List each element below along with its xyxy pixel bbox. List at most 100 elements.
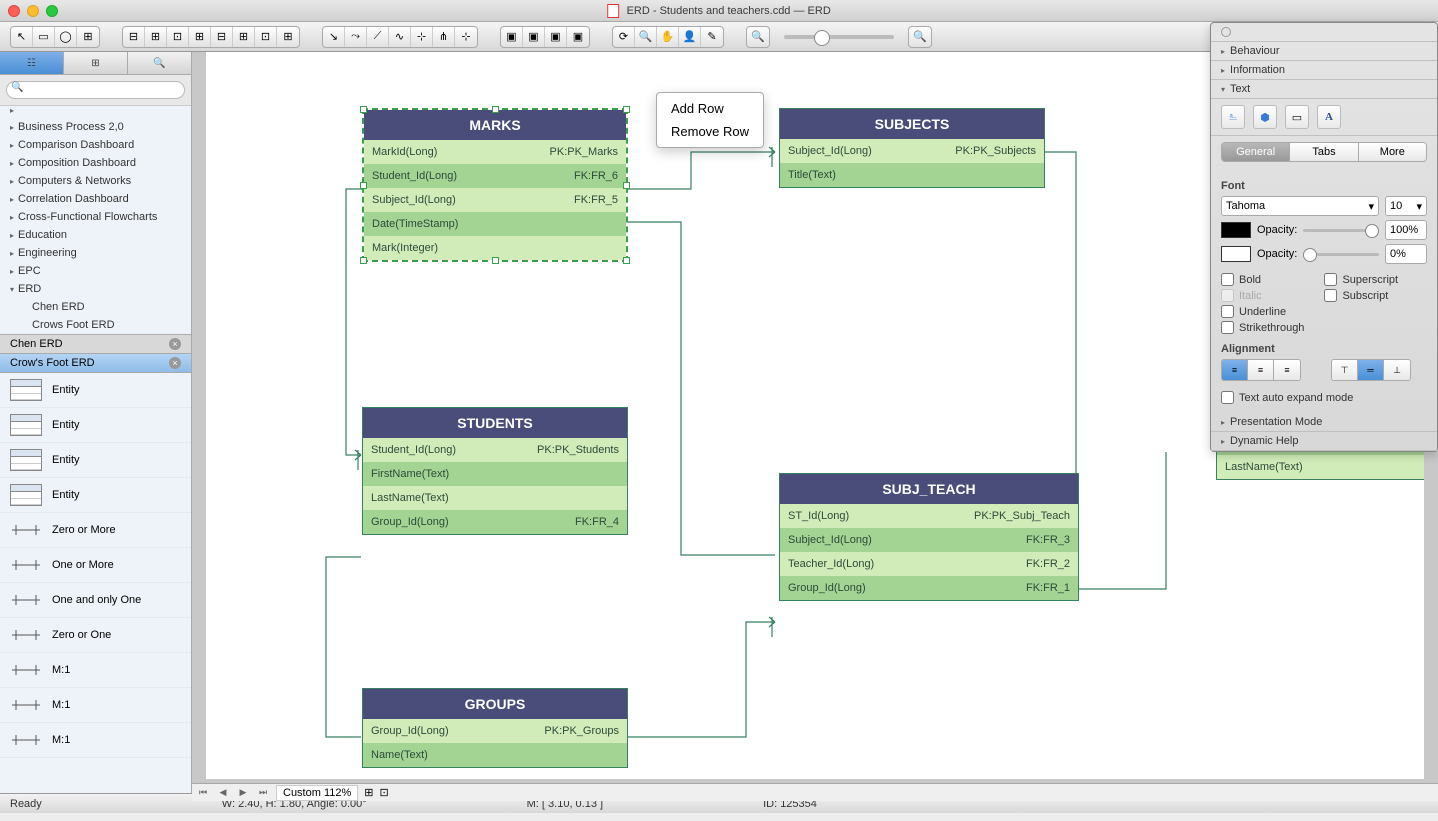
zoom-in[interactable]: 🔍 — [908, 26, 932, 48]
align-5[interactable]: ⊟ — [211, 27, 233, 47]
sidebar-tab-search[interactable]: 🔍 — [128, 52, 191, 74]
tree-item[interactable]: Computers & Networks — [0, 172, 191, 190]
section-presentation[interactable]: Presentation Mode — [1211, 413, 1437, 432]
library-tab[interactable]: Crow's Foot ERD× — [0, 354, 191, 373]
conn-6[interactable]: ⋔ — [433, 27, 455, 47]
chk-autoexpand[interactable]: Text auto expand mode — [1221, 391, 1427, 404]
refresh-icon[interactable]: ⟳ — [613, 27, 635, 47]
shape-item[interactable]: M:1 — [0, 688, 191, 723]
pencil-tool[interactable]: ✎ — [701, 27, 723, 47]
entity-row[interactable]: LastName(Text) — [363, 486, 627, 510]
chk-bold[interactable]: Bold — [1221, 273, 1304, 286]
align-center[interactable]: ≡ — [1248, 360, 1274, 380]
entity-row[interactable]: Group_Id(Long)PK:PK_Groups — [363, 719, 627, 743]
conn-1[interactable]: ↘ — [323, 27, 345, 47]
align-left[interactable]: ≡ — [1222, 360, 1248, 380]
opacity-value-1[interactable]: 100% — [1385, 220, 1427, 240]
minimize-icon[interactable] — [27, 5, 39, 17]
conn-5[interactable]: ⊹ — [411, 27, 433, 47]
shape-item[interactable]: Entity — [0, 478, 191, 513]
nav-prev[interactable]: ◀ — [216, 786, 230, 800]
entity-row[interactable]: Name(Text) — [363, 743, 627, 767]
conn-3[interactable]: ⟋ — [367, 27, 389, 47]
tree-item[interactable]: Education — [0, 226, 191, 244]
align-1[interactable]: ⊟ — [123, 27, 145, 47]
section-text[interactable]: Text — [1211, 80, 1437, 99]
conn-7[interactable]: ⊹ — [455, 27, 477, 47]
grid-icon-2[interactable]: ⊡ — [380, 786, 389, 799]
conn-4[interactable]: ∿ — [389, 27, 411, 47]
hand-tool[interactable]: ✋ — [657, 27, 679, 47]
shape-item[interactable]: Zero or One — [0, 618, 191, 653]
align-bottom[interactable]: ⊥ — [1384, 360, 1410, 380]
tree-child[interactable]: Chen ERD — [0, 298, 191, 316]
entity-row[interactable]: Subject_Id(Long)PK:PK_Subjects — [780, 139, 1044, 163]
nav-next[interactable]: ▶ — [236, 786, 250, 800]
opacity-slider-1[interactable] — [1303, 229, 1379, 232]
tree-child[interactable]: Crows Foot ERD — [0, 316, 191, 334]
align-2[interactable]: ⊞ — [145, 27, 167, 47]
pointer-tool[interactable]: ↖ — [11, 27, 33, 47]
zoom-out[interactable]: 🔍 — [746, 26, 770, 48]
tree-item[interactable]: ERD — [0, 280, 191, 298]
close-icon[interactable]: × — [169, 357, 181, 369]
align-6[interactable]: ⊞ — [233, 27, 255, 47]
entity-row[interactable]: Subject_Id(Long)FK:FR_5 — [364, 188, 626, 212]
align-7[interactable]: ⊡ — [255, 27, 277, 47]
text-color-swatch[interactable] — [1221, 222, 1251, 238]
tree-item[interactable]: EPC — [0, 262, 191, 280]
align-top[interactable]: ⊤ — [1332, 360, 1358, 380]
tab-general[interactable]: General — [1222, 143, 1290, 161]
entity-row[interactable]: Subject_Id(Long)FK:FR_3 — [780, 528, 1078, 552]
section-information[interactable]: Information — [1211, 61, 1437, 80]
opacity-value-2[interactable]: 0% — [1385, 244, 1427, 264]
shape-item[interactable]: M:1 — [0, 653, 191, 688]
shape-item[interactable]: One or More — [0, 548, 191, 583]
sidebar-tab-tree[interactable]: ☷ — [0, 52, 64, 74]
rect-tool[interactable]: ▭ — [33, 27, 55, 47]
entity-row[interactable]: Student_Id(Long)FK:FR_6 — [364, 164, 626, 188]
shape-item[interactable]: Entity — [0, 373, 191, 408]
entity-row[interactable]: Group_Id(Long)FK:FR_1 — [780, 576, 1078, 600]
grid-icon[interactable]: ⊞ — [364, 786, 373, 799]
lay-1[interactable]: ▣ — [501, 27, 523, 47]
entity-students[interactable]: STUDENTS Student_Id(Long)PK:PK_StudentsF… — [362, 407, 628, 535]
font-select[interactable]: Tahoma▾ — [1221, 196, 1379, 216]
section-behaviour[interactable]: Behaviour — [1211, 42, 1437, 61]
entity-row[interactable]: Title(Text) — [780, 163, 1044, 187]
entity-row[interactable]: ST_Id(Long)PK:PK_Subj_Teach — [780, 504, 1078, 528]
text-tool[interactable]: ⊞ — [77, 27, 99, 47]
tree-item[interactable]: Correlation Dashboard — [0, 190, 191, 208]
entity-row[interactable]: LastName(Text) — [1217, 455, 1424, 479]
entity-subj-teach[interactable]: SUBJ_TEACH ST_Id(Long)PK:PK_Subj_TeachSu… — [779, 473, 1079, 601]
radio-icon[interactable] — [1221, 27, 1231, 37]
align-right[interactable]: ≡ — [1274, 360, 1300, 380]
outline-icon[interactable]: ▭ — [1285, 105, 1309, 129]
context-add-row[interactable]: Add Row — [657, 97, 763, 120]
sidebar-tab-grid[interactable]: ⊞ — [64, 52, 128, 74]
zoom-slider[interactable] — [784, 35, 894, 39]
tree-item[interactable]: Engineering — [0, 244, 191, 262]
font-size[interactable]: 10▾ — [1385, 196, 1427, 216]
tree-item[interactable]: Composition Dashboard — [0, 154, 191, 172]
shape-item[interactable]: Entity — [0, 443, 191, 478]
entity-row[interactable]: MarkId(Long)PK:PK_Marks — [364, 140, 626, 164]
entity-row[interactable]: Teacher_Id(Long)FK:FR_2 — [780, 552, 1078, 576]
library-tab[interactable]: Chen ERD× — [0, 335, 191, 354]
font-a-icon[interactable]: A — [1317, 105, 1341, 129]
chk-italic[interactable]: Italic — [1221, 289, 1304, 302]
ellipse-tool[interactable]: ◯ — [55, 27, 77, 47]
entity-row[interactable]: FirstName(Text) — [363, 462, 627, 486]
nav-first[interactable]: ⏮ — [196, 786, 210, 800]
align-middle[interactable]: ═ — [1358, 360, 1384, 380]
align-3[interactable]: ⊡ — [167, 27, 189, 47]
lay-4[interactable]: ▣ — [567, 27, 589, 47]
tree-item[interactable]: Business Process 2,0 — [0, 118, 191, 136]
zoom-display[interactable]: Custom 112% — [276, 785, 358, 801]
align-4[interactable]: ⊞ — [189, 27, 211, 47]
chk-underline[interactable]: Underline — [1221, 305, 1304, 318]
entity-row[interactable]: Student_Id(Long)PK:PK_Students — [363, 438, 627, 462]
close-icon[interactable] — [8, 5, 20, 17]
section-help[interactable]: Dynamic Help — [1211, 432, 1437, 451]
shape-item[interactable]: Zero or More — [0, 513, 191, 548]
